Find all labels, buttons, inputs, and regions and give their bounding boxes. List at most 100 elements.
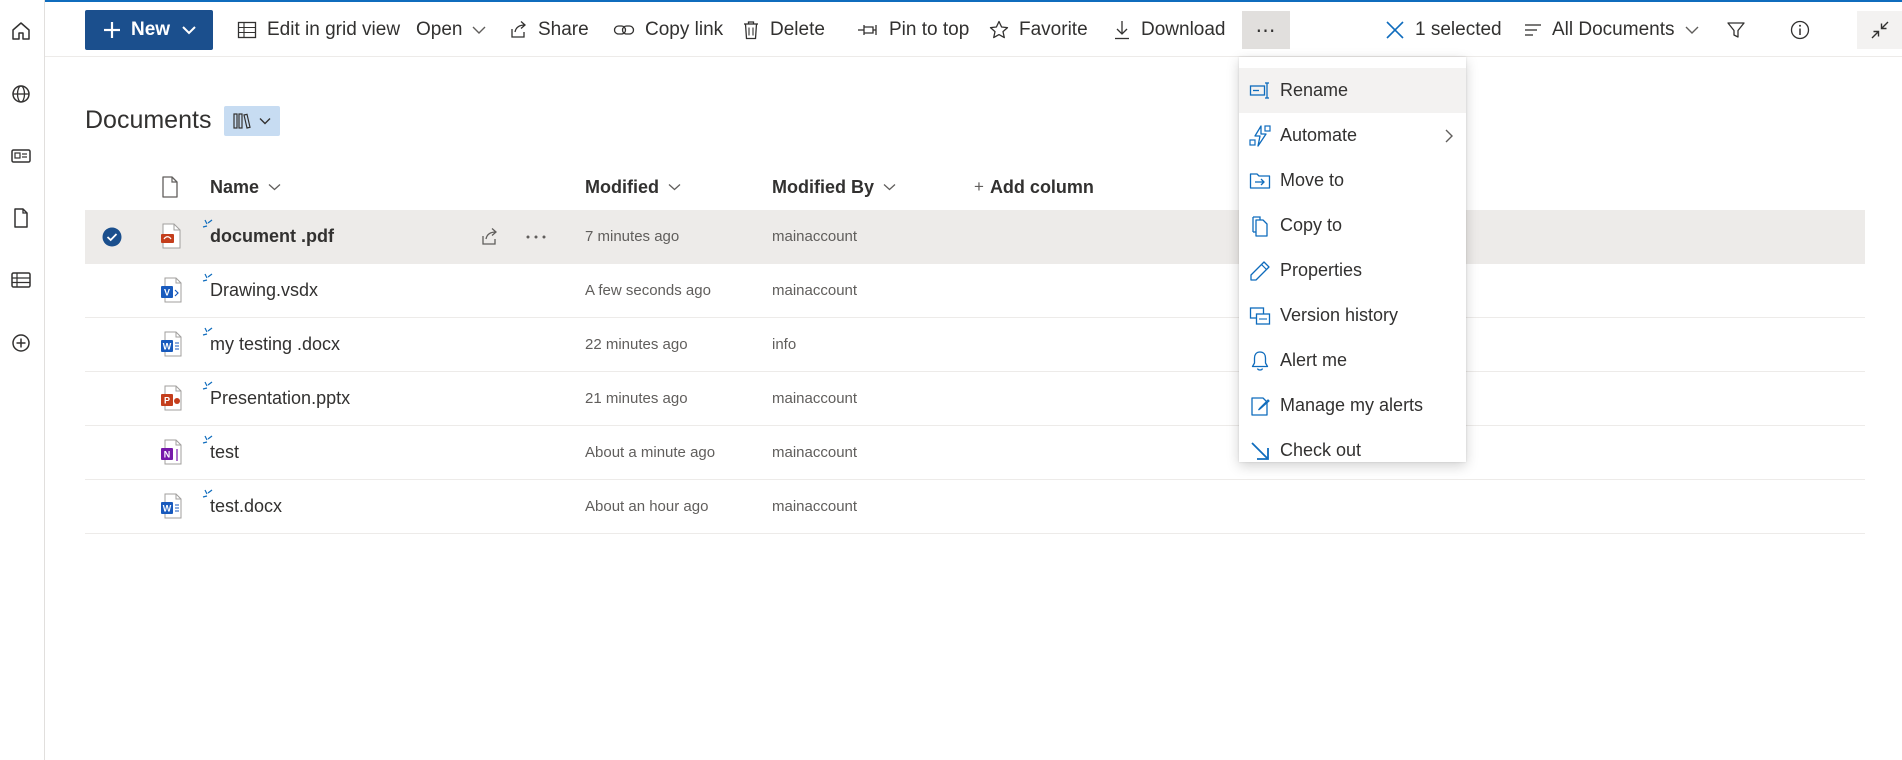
modified-by: mainaccount	[772, 498, 858, 515]
chevron-down-icon	[883, 184, 896, 191]
open-button[interactable]: Open	[416, 2, 486, 57]
menu-item-check-out[interactable]: Check out	[1239, 428, 1466, 473]
home-icon[interactable]	[3, 13, 39, 49]
menu-item-label: Move to	[1280, 170, 1345, 190]
menu-item-automate[interactable]: Automate	[1239, 113, 1466, 158]
open-label: Open	[416, 18, 463, 40]
name-column-header[interactable]: Name	[210, 164, 281, 210]
more-icon	[526, 235, 546, 238]
document-list: Name Modified Modified By + Add column d…	[85, 164, 1865, 534]
file-name-link[interactable]: my testing .docx	[210, 318, 340, 371]
favorite-button[interactable]: Favorite	[989, 2, 1088, 57]
download-button[interactable]: Download	[1113, 2, 1226, 57]
menu-item-move-to[interactable]: Move to	[1239, 158, 1466, 203]
page-title: Documents	[85, 106, 212, 134]
table-row[interactable]: P Presentation.pptx 21 minutes ago maina…	[85, 372, 1865, 426]
download-icon	[1115, 20, 1129, 39]
file-name-link[interactable]: test	[210, 426, 239, 479]
visio-file-icon: V	[161, 277, 182, 303]
file-name-link[interactable]: Drawing.vsdx	[210, 264, 318, 317]
library-switcher[interactable]	[224, 106, 280, 136]
pin-to-top-label: Pin to top	[889, 18, 970, 40]
lists-icon[interactable]	[3, 262, 39, 298]
rename-icon	[1249, 82, 1269, 99]
menu-item-properties[interactable]: Properties	[1239, 248, 1466, 293]
menu-item-label: Alert me	[1280, 350, 1348, 370]
share-label: Share	[538, 18, 589, 40]
new-button[interactable]: New	[85, 10, 213, 50]
menu-item-alert-me[interactable]: Alert me	[1239, 338, 1466, 383]
favorite-label: Favorite	[1019, 18, 1088, 40]
menu-item-label: Check out	[1280, 440, 1362, 460]
menu-item-copy-to[interactable]: Copy to	[1239, 203, 1466, 248]
file-name-link[interactable]: test.docx	[210, 480, 282, 533]
files-icon[interactable]	[3, 200, 39, 236]
row-share-button[interactable]	[479, 210, 499, 263]
close-icon	[1386, 20, 1404, 39]
chevron-down-icon	[259, 118, 271, 125]
chevron-down-icon	[268, 184, 281, 191]
modified-date: 22 minutes ago	[585, 336, 688, 353]
collapse-button[interactable]	[1857, 11, 1902, 49]
row-checkbox[interactable]	[102, 210, 122, 263]
file-name-link[interactable]: Presentation.pptx	[210, 372, 350, 425]
share-icon	[482, 227, 497, 245]
file-type-column-header[interactable]	[161, 164, 179, 210]
modified-by: mainaccount	[772, 282, 858, 299]
version-history-icon	[1249, 307, 1271, 325]
chevron-down-icon	[472, 26, 486, 34]
copy-link-button[interactable]: Copy link	[613, 2, 723, 57]
modified-date: About a minute ago	[585, 444, 716, 461]
modified-date: 21 minutes ago	[585, 390, 688, 407]
info-button[interactable]	[1790, 2, 1810, 57]
modified-by-column-header[interactable]: Modified By	[772, 164, 896, 210]
globe-icon[interactable]	[3, 76, 39, 112]
library-icon	[233, 113, 251, 129]
modified-date: A few seconds ago	[585, 282, 711, 299]
modified-column-header[interactable]: Modified	[585, 164, 681, 210]
table-row[interactable]: W my testing .docx 22 minutes ago info	[85, 318, 1865, 372]
clear-selection-button[interactable]: 1 selected	[1385, 2, 1502, 57]
news-icon[interactable]	[3, 138, 39, 174]
delete-label: Delete	[770, 18, 825, 40]
delete-button[interactable]: Delete	[742, 2, 825, 57]
view-list-icon	[1525, 23, 1541, 36]
table-row[interactable]: W test.docx About an hour ago mainaccoun…	[85, 480, 1865, 534]
menu-item-manage-my-alerts[interactable]: Manage my alerts	[1239, 383, 1466, 428]
file-name: Presentation.pptx	[210, 388, 351, 408]
table-row[interactable]: document .pdf 7 minutes ago mainaccount	[85, 210, 1865, 264]
download-label: Download	[1141, 18, 1226, 40]
table-row[interactable]: V Drawing.vsdx A few seconds ago mainacc…	[85, 264, 1865, 318]
chevron-down-icon	[668, 184, 681, 191]
table-row[interactable]: N test About a minute ago mainaccount	[85, 426, 1865, 480]
checkmark-circle-icon	[102, 227, 122, 246]
menu-item-version-history[interactable]: Version history	[1239, 293, 1466, 338]
modified-by: mainaccount	[772, 228, 858, 245]
name-column-label: Name	[210, 176, 260, 197]
edit-grid-view-button[interactable]: Edit in grid view	[237, 2, 400, 57]
list-header: Name Modified Modified By + Add column	[85, 164, 1865, 210]
view-switcher[interactable]: All Documents	[1524, 2, 1699, 57]
add-column-button[interactable]: + Add column	[974, 164, 1094, 210]
collapse-icon	[1871, 21, 1889, 39]
pencil-icon	[1250, 261, 1270, 281]
share-icon	[511, 20, 526, 38]
file-name: my testing .docx	[210, 334, 341, 354]
row-more-button[interactable]	[525, 210, 547, 263]
word-file-icon: W	[161, 493, 182, 519]
create-icon[interactable]	[3, 325, 39, 361]
command-bar: New Edit in grid view Open Share Copy li…	[45, 0, 1902, 57]
file-name-link[interactable]: document .pdf	[210, 210, 334, 263]
more-actions-button[interactable]: ⋯	[1242, 11, 1290, 49]
svg-text:V: V	[164, 288, 170, 298]
more-icon: ⋯	[1255, 19, 1277, 42]
add-column-label: Add column	[989, 176, 1094, 197]
copy-to-icon	[1252, 216, 1268, 237]
menu-item-rename[interactable]: Rename	[1239, 68, 1466, 113]
share-button[interactable]: Share	[508, 2, 589, 57]
svg-text:W: W	[163, 342, 172, 352]
check-out-icon	[1251, 442, 1269, 460]
pin-to-top-button[interactable]: Pin to top	[857, 2, 969, 57]
filter-button[interactable]	[1726, 2, 1746, 57]
app-rail	[0, 0, 45, 760]
